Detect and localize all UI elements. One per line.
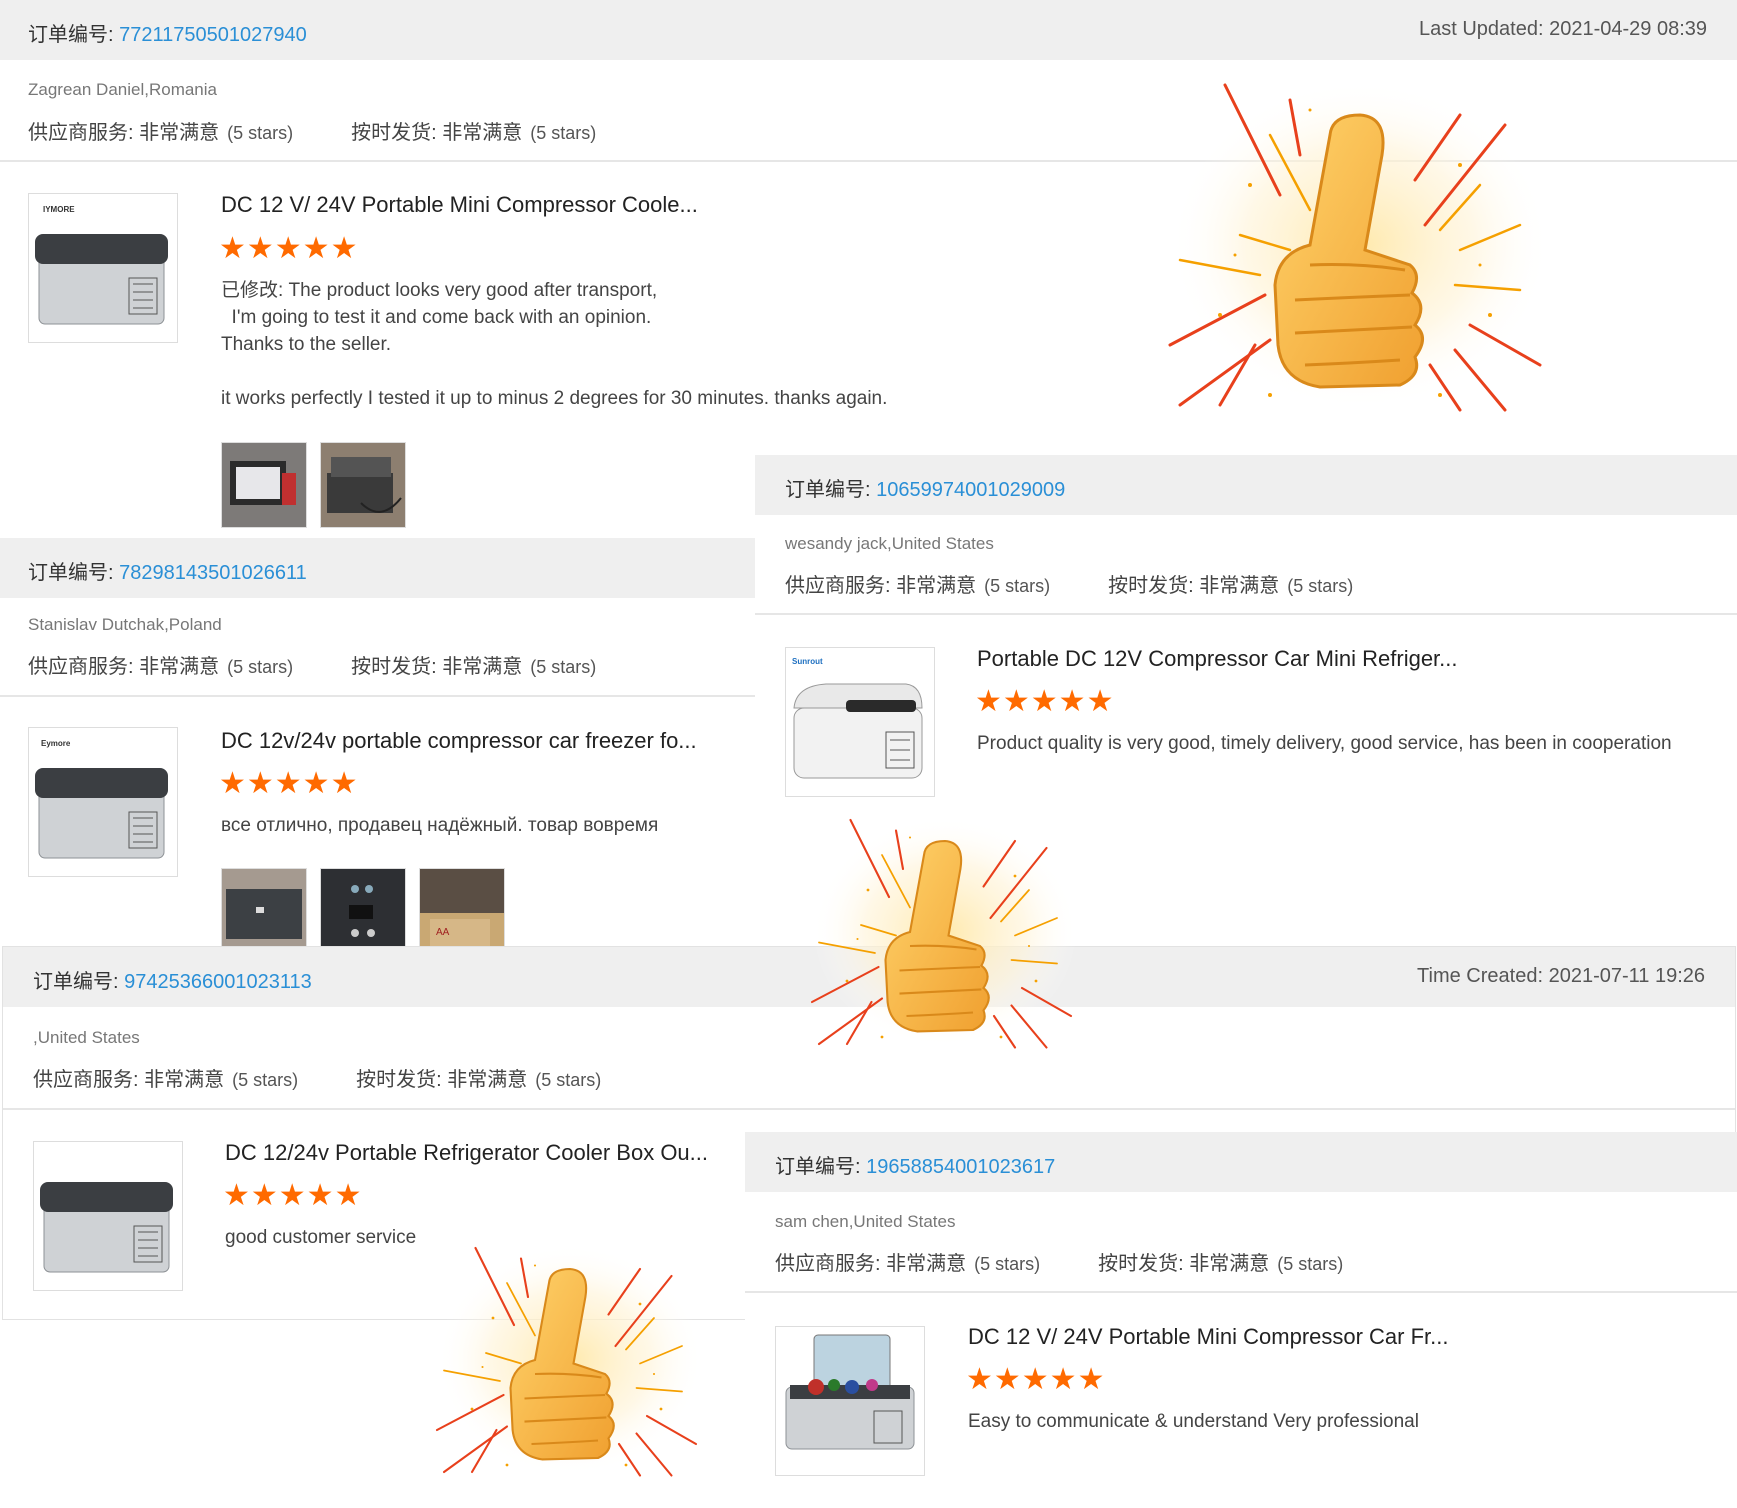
- product-thumbnail[interactable]: Sunrout: [785, 647, 935, 797]
- review-card-2: 订单编号: 78298143501026611 Stanislav Dutcha…: [0, 538, 755, 946]
- order-number-row: 订单编号: 97425366001023113: [33, 971, 312, 993]
- rating-stars: ★★★★★: [223, 1179, 363, 1212]
- seller-ratings: 供应商服务: 非常满意 (5 stars) 按时发货: 非常满意 (5 stars): [33, 1069, 602, 1091]
- product-thumbnail[interactable]: [775, 1326, 925, 1476]
- review-card-3: 订单编号: 10659974001029009 wesandy jack,Uni…: [755, 455, 1737, 828]
- review-photo-2[interactable]: [320, 868, 406, 946]
- seller-ratings: 供应商服务: 非常满意 (5 stars) 按时发货: 非常满意 (5 stars): [28, 656, 597, 678]
- review-photo-1[interactable]: [221, 868, 307, 946]
- buyer-name: Zagrean Daniel,Romania: [28, 80, 217, 99]
- svg-text:AA: AA: [436, 927, 450, 938]
- rating-stars: ★★★★★: [966, 1363, 1106, 1396]
- buyer-name: Stanislav Dutchak,Poland: [28, 615, 222, 634]
- rating-stars: ★★★★★: [219, 767, 359, 800]
- thumbs-up-icon: [435, 1243, 705, 1477]
- rating-stars: ★★★★★: [975, 685, 1115, 718]
- review-text: Easy to communicate & understand Very pr…: [968, 1411, 1419, 1432]
- product-title-link[interactable]: DC 12 V/ 24V Portable Mini Compressor Ca…: [968, 1324, 1449, 1350]
- seller-ratings: 供应商服务: 非常满意 (5 stars) 按时发货: 非常满意 (5 stars): [775, 1253, 1344, 1275]
- review-photo-2[interactable]: [320, 442, 406, 528]
- order-number-link[interactable]: 78298143501026611: [119, 562, 307, 584]
- seller-ratings: 供应商服务: 非常满意 (5 stars) 按时发货: 非常满意 (5 stars): [785, 575, 1354, 597]
- order-label: 订单编号:: [28, 24, 120, 46]
- review-card-5: 订单编号: 19658854001023617 sam chen,United …: [745, 1132, 1737, 1508]
- review-text: good customer service: [225, 1227, 417, 1248]
- order-number-row: 订单编号: 77211750501027940: [28, 18, 307, 47]
- order-number-row: 订单编号: 10659974001029009: [785, 479, 1066, 501]
- product-title-link[interactable]: DC 12/24v Portable Refrigerator Cooler B…: [225, 1140, 708, 1166]
- order-number-row: 订单编号: 78298143501026611: [28, 562, 307, 584]
- last-updated: Last Updated: 2021-04-29 08:39: [1419, 18, 1707, 40]
- review-text: Product quality is very good, timely del…: [977, 733, 1672, 754]
- buyer-name: sam chen,United States: [775, 1212, 956, 1231]
- product-title-link[interactable]: DC 12v/24v portable compressor car freez…: [221, 728, 697, 754]
- review-photo-1[interactable]: [221, 442, 307, 528]
- order-number-row: 订单编号: 19658854001023617: [775, 1156, 1056, 1178]
- buyer-name: ,United States: [33, 1028, 140, 1047]
- order-number-link[interactable]: 10659974001029009: [876, 479, 1065, 501]
- brand-logo: Sunrout: [792, 657, 823, 666]
- rating-stars: ★★★★★: [219, 232, 359, 265]
- brand-logo: IYMORE: [43, 205, 75, 214]
- brand-logo: Eymore: [41, 739, 71, 748]
- product-thumbnail[interactable]: [33, 1141, 183, 1291]
- product-thumbnail[interactable]: IYMORE: [28, 193, 178, 343]
- review-text: все отлично, продавец надёжный. товар во…: [221, 815, 659, 836]
- review-photo-3[interactable]: AA: [419, 868, 505, 946]
- order-number-link[interactable]: 97425366001023113: [124, 971, 312, 993]
- time-created: Time Created: 2021-07-11 19:26: [1417, 965, 1705, 987]
- review-text: 已修改: The product looks very good after t…: [221, 280, 888, 409]
- product-title-link[interactable]: Portable DC 12V Compressor Car Mini Refr…: [977, 646, 1458, 672]
- product-title-link[interactable]: DC 12 V/ 24V Portable Mini Compressor Co…: [221, 192, 698, 218]
- product-thumbnail[interactable]: Eymore: [28, 727, 178, 877]
- thumbs-up-icon: [810, 815, 1080, 1049]
- order-number-link[interactable]: 19658854001023617: [866, 1156, 1055, 1178]
- buyer-name: wesandy jack,United States: [785, 534, 994, 553]
- order-number-link[interactable]: 77211750501027940: [119, 24, 307, 46]
- thumbs-up-icon: [1168, 78, 1552, 412]
- seller-ratings: 供应商服务: 非常满意 (5 stars) 按时发货: 非常满意 (5 stars): [28, 122, 597, 144]
